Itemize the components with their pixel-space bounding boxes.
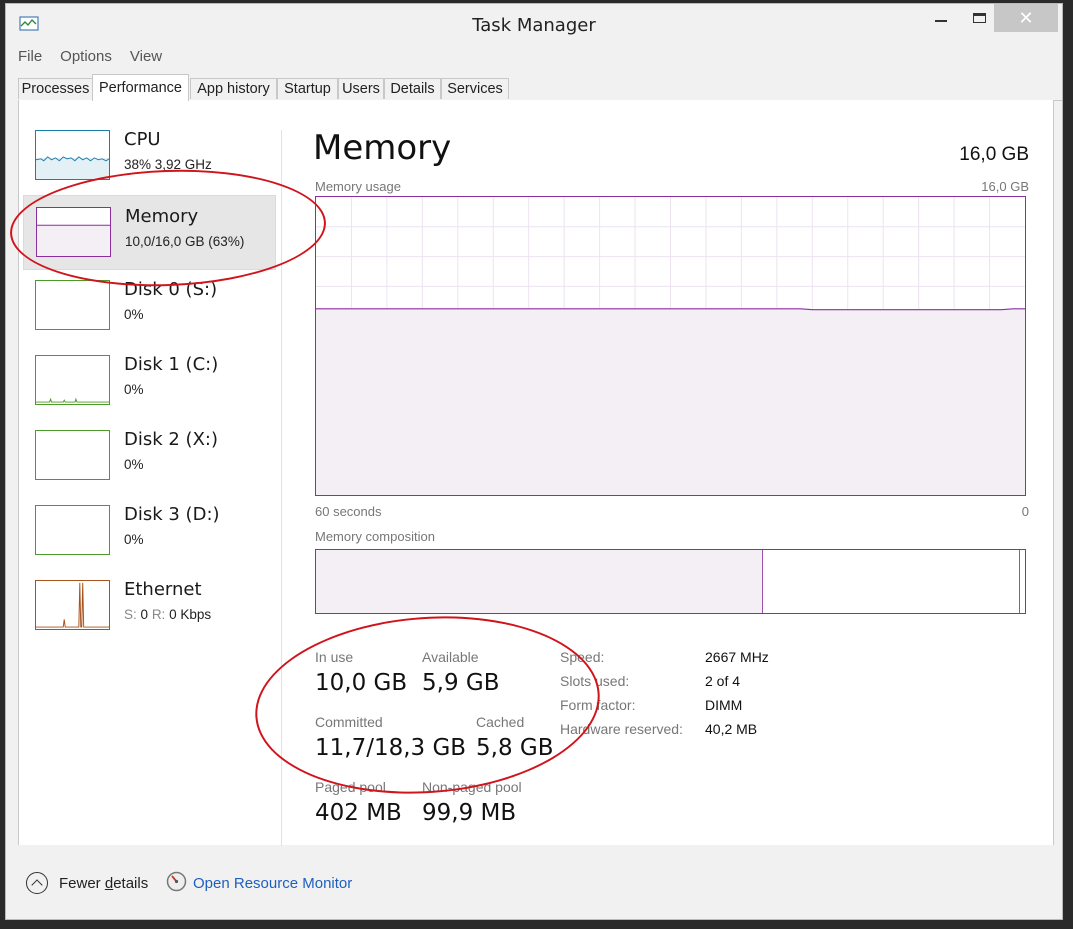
form-factor-value: DIMM	[705, 697, 743, 713]
ethernet-thumbnail	[35, 580, 110, 630]
minimize-button[interactable]	[926, 4, 956, 32]
available-value: 5,9 GB	[422, 670, 500, 696]
sidebar-item-memory[interactable]: Memory 10,0/16,0 GB (63%)	[23, 195, 276, 270]
committed-label: Committed	[315, 714, 383, 730]
receive-label: R:	[151, 607, 166, 622]
non-paged-pool-label: Non-paged pool	[422, 779, 522, 795]
sidebar-item-label: Memory	[125, 206, 199, 227]
menu-view[interactable]: View	[130, 48, 162, 68]
chevron-up-icon	[31, 879, 43, 891]
in-use-label: In use	[315, 649, 354, 665]
sidebar-item-disk-3[interactable]: Disk 3 (D:) 0%	[23, 500, 276, 575]
tab-details[interactable]: Details	[384, 78, 441, 99]
committed-value: 11,7/18,3 GB	[315, 735, 467, 761]
in-use-value: 10,0 GB	[315, 670, 408, 696]
tab-startup[interactable]: Startup	[277, 78, 338, 99]
memory-total: 16,0 GB	[959, 144, 1029, 165]
non-paged-pool-value: 99,9 MB	[422, 800, 517, 826]
disk-2-thumbnail	[35, 430, 110, 480]
x-axis-left-label: 60 seconds	[315, 504, 382, 519]
close-icon: ✕	[1018, 7, 1034, 28]
window-title: Task Manager	[472, 15, 596, 36]
composition-in-use	[316, 550, 763, 613]
maximize-button[interactable]	[964, 4, 994, 32]
sidebar-item-label: Ethernet	[124, 579, 202, 600]
usage-graph-max: 16,0 GB	[981, 179, 1029, 194]
sidebar-item-ethernet[interactable]: Ethernet S: 0 R: 0 Kbps	[23, 575, 276, 650]
resource-monitor-icon	[166, 871, 187, 892]
sidebar-item-sub: S: 0 R: 0 Kbps	[124, 607, 211, 622]
tab-users[interactable]: Users	[338, 78, 384, 99]
send-label: S:	[124, 607, 137, 622]
cpu-thumbnail	[35, 130, 110, 180]
maximize-icon	[972, 13, 986, 23]
memory-thumbnail	[36, 207, 111, 257]
sidebar-item-sub: 0%	[124, 457, 144, 472]
sidebar-item-sub: 10,0/16,0 GB (63%)	[125, 234, 245, 249]
disk-3-thumbnail	[35, 505, 110, 555]
sidebar-item-label: Disk 2 (X:)	[124, 429, 218, 450]
tab-performance[interactable]: Performance	[92, 74, 189, 101]
fewer-details-button[interactable]	[26, 872, 48, 894]
disk-0-thumbnail	[35, 280, 110, 330]
sidebar-item-label: Disk 3 (D:)	[124, 504, 220, 525]
minimize-icon	[935, 20, 947, 22]
speed-label: Speed:	[560, 649, 605, 665]
menu-file[interactable]: File	[18, 48, 42, 68]
send-value: 0	[140, 607, 149, 622]
footer-bar: Fewer details Open Resource Monitor	[6, 846, 1062, 916]
tab-app-history[interactable]: App history	[190, 78, 277, 99]
fewer-details-prefix: Fewer	[59, 875, 105, 892]
composition-label: Memory composition	[315, 529, 435, 544]
form-factor-label: Form factor:	[560, 697, 636, 713]
cached-value: 5,8 GB	[476, 735, 554, 761]
sidebar-item-disk-1[interactable]: Disk 1 (C:) 0%	[23, 350, 276, 425]
tab-processes[interactable]: Processes	[18, 78, 93, 99]
memory-composition-bar	[315, 549, 1026, 614]
memory-usage-chart	[316, 197, 1025, 495]
sidebar-item-disk-2[interactable]: Disk 2 (X:) 0%	[23, 425, 276, 500]
usage-graph-label: Memory usage	[315, 179, 401, 194]
available-label: Available	[422, 649, 479, 665]
menu-bar: File Options View	[18, 48, 162, 68]
sidebar-item-disk-0[interactable]: Disk 0 (S:) 0%	[23, 275, 276, 350]
sidebar-item-label: Disk 0 (S:)	[124, 279, 218, 300]
speed-value: 2667 MHz	[705, 649, 769, 665]
composition-modified	[1019, 550, 1025, 613]
sidebar-item-cpu[interactable]: CPU 38% 3,92 GHz	[23, 125, 276, 200]
usage-area	[316, 308, 1025, 495]
open-resource-monitor-link[interactable]: Open Resource Monitor	[193, 875, 352, 892]
cached-label: Cached	[476, 714, 525, 730]
hardware-reserved-label: Hardware reserved:	[560, 721, 683, 737]
fewer-details-suffix: etails	[113, 875, 149, 892]
disk-1-thumbnail	[35, 355, 110, 405]
menu-options[interactable]: Options	[60, 48, 112, 68]
sidebar-item-sub: 0%	[124, 307, 144, 322]
fewer-details-accesskey: d	[104, 875, 114, 892]
title-bar[interactable]: Task Manager ✕	[6, 4, 1062, 44]
page-title: Memory	[313, 128, 452, 168]
memory-usage-graph	[315, 196, 1026, 496]
sidebar-item-sub: 38% 3,92 GHz	[124, 157, 212, 172]
hardware-reserved-value: 40,2 MB	[705, 721, 758, 737]
paged-pool-value: 402 MB	[315, 800, 402, 826]
receive-value: 0 Kbps	[169, 607, 212, 622]
tab-bar: Processes Performance App history Startu…	[18, 74, 1062, 101]
sidebar-item-sub: 0%	[124, 532, 144, 547]
x-axis-right-label: 0	[1021, 504, 1029, 519]
close-button[interactable]: ✕	[994, 4, 1058, 32]
paged-pool-label: Paged pool	[315, 779, 386, 795]
fewer-details-link[interactable]: Fewer details	[59, 875, 148, 892]
sidebar-item-label: Disk 1 (C:)	[124, 354, 219, 375]
slots-label: Slots used:	[560, 673, 630, 689]
sidebar-divider	[281, 130, 282, 850]
sidebar-item-label: CPU	[124, 129, 161, 150]
task-manager-window: Task Manager ✕ File Options View Process…	[5, 3, 1063, 920]
tab-services[interactable]: Services	[441, 78, 509, 99]
sidebar-item-sub: 0%	[124, 382, 144, 397]
performance-panel: CPU 38% 3,92 GHz Memory 10,0/16,0 GB (63…	[18, 100, 1054, 850]
slots-value: 2 of 4	[705, 673, 741, 689]
